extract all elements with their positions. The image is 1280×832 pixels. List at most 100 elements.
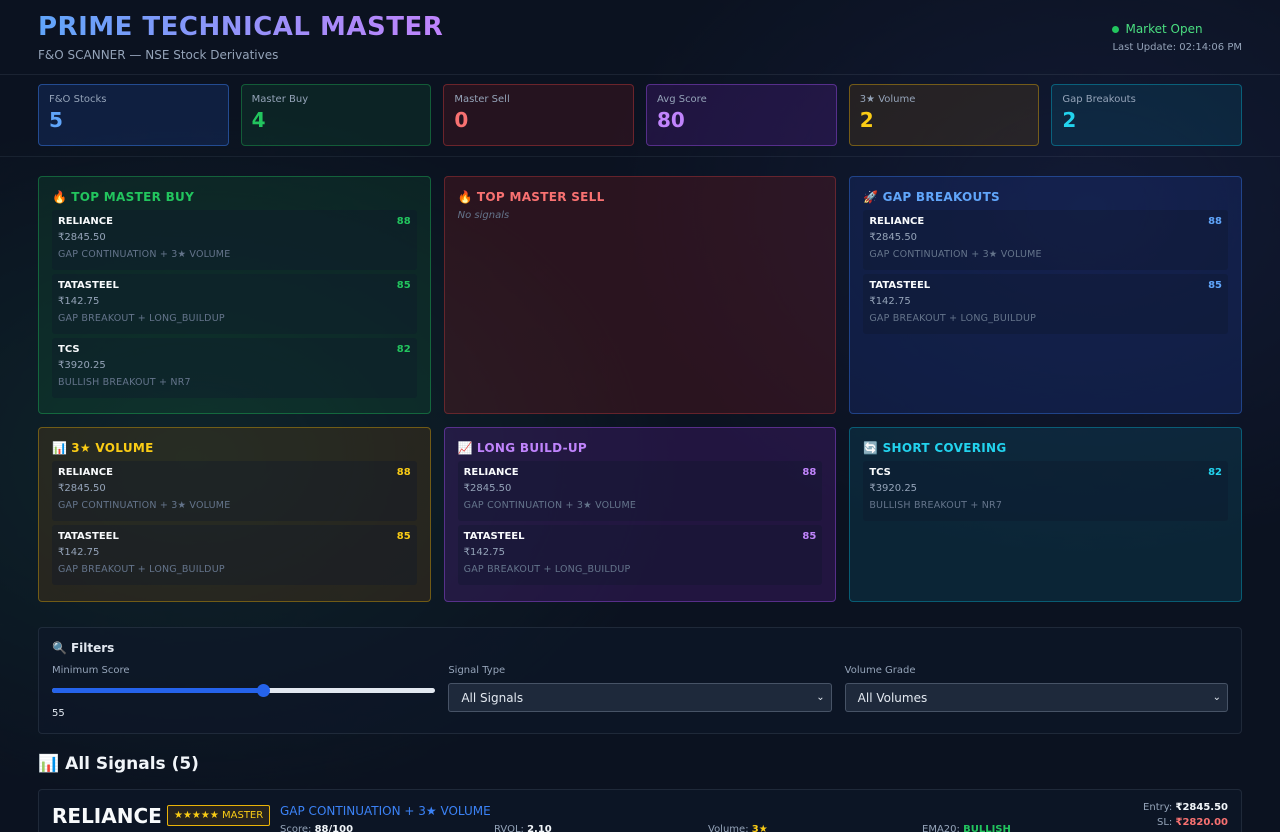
entry-level: Entry: ₹2845.50 (1143, 802, 1228, 813)
item-desc: GAP BREAKOUT + LONG_BUILDUP (869, 313, 1037, 324)
panel-title: 🔥 TOP MASTER BUY (52, 190, 417, 204)
last-update: Last Update: 02:14:06 PM (1112, 42, 1242, 53)
panel-master-sell: 🔥 TOP MASTER SELL No signals (443, 176, 837, 414)
signal-item[interactable]: TATASTEEL 85 ₹142.75 GAP BREAKOUT + LONG_… (52, 525, 417, 585)
panel-title-label: TOP MASTER BUY (71, 190, 195, 204)
min-score-slider[interactable] (52, 682, 436, 698)
stat-value: 2 (859, 108, 874, 132)
item-desc: GAP CONTINUATION + 3★ VOLUME (463, 500, 637, 511)
stat-fo-stocks: F&O Stocks 5 (38, 84, 229, 146)
stat-value: 80 (657, 108, 685, 132)
filters-panel: 🔍 Filters Minimum Score 55 Signal Type A… (38, 627, 1242, 734)
master-badge: ★★★★★ MASTER (167, 805, 271, 826)
panel-title-label: SHORT COVERING (882, 441, 1007, 455)
metric-label: EMA20: (922, 824, 960, 832)
stat-label: Master Buy (251, 94, 309, 105)
market-status: Market Open (1112, 22, 1242, 36)
signal-item[interactable]: RELIANCE 88 ₹2845.50 GAP CONTINUATION + 3… (863, 210, 1228, 270)
metric-label: Score: (280, 824, 312, 832)
stat-master-sell: Master Sell 0 (443, 84, 635, 146)
signal-item[interactable]: TATASTEEL 85 ₹142.75 GAP BREAKOUT + LONG_… (52, 274, 417, 334)
status-dot-icon (1112, 25, 1120, 33)
search-icon: 🔍 (52, 641, 67, 655)
filter-volume-grade: Volume Grade All Volumes ⌄ (844, 665, 1228, 719)
stat-volume: 3★ Volume 2 (848, 84, 1040, 146)
signal-item[interactable]: RELIANCE 88 ₹2845.50 GAP CONTINUATION + 3… (52, 461, 417, 521)
stat-value: 0 (454, 108, 469, 132)
item-desc: GAP CONTINUATION + 3★ VOLUME (58, 249, 231, 260)
signal-item[interactable]: RELIANCE 88 ₹2845.50 GAP CONTINUATION + 3… (457, 461, 823, 521)
item-symbol: RELIANCE (58, 216, 113, 227)
stat-label: F&O Stocks (49, 94, 107, 105)
signal-panels: 🔥 TOP MASTER BUY RELIANCE 88 ₹2845.50 GAP… (38, 176, 1242, 602)
item-score: 88 (396, 467, 411, 478)
metric-rvol: RVOL: 2.10 (494, 824, 708, 832)
metric-value: 88/100 (314, 824, 354, 832)
signal-item[interactable]: RELIANCE 88 ₹2845.50 GAP CONTINUATION + 3… (52, 210, 417, 270)
metric-label: RVOL: (494, 824, 524, 832)
item-desc: GAP CONTINUATION + 3★ VOLUME (58, 500, 231, 511)
panel-title-label: LONG BUILD-UP (476, 441, 588, 455)
stop-loss-level: SL: ₹2820.00 (1143, 817, 1228, 828)
item-price: ₹3920.25 (58, 360, 106, 371)
app-subtitle: F&O SCANNER — NSE Stock Derivatives (38, 48, 279, 62)
min-score-value: 55 (52, 708, 65, 719)
stat-avg-score: Avg Score 80 (646, 84, 837, 146)
item-score: 88 (802, 467, 817, 478)
metric-value: 3★ (751, 824, 768, 832)
entry-value: ₹2845.50 (1175, 802, 1228, 813)
item-price: ₹2845.50 (869, 232, 918, 243)
metric-ema: EMA20: BULLISH (922, 824, 1136, 832)
panel-short-covering: 🔄 SHORT COVERING TCS 82 ₹3920.25 BULLISH … (849, 427, 1242, 602)
panel-master-buy: 🔥 TOP MASTER BUY RELIANCE 88 ₹2845.50 GAP… (38, 176, 431, 414)
item-desc: GAP BREAKOUT + LONG_BUILDUP (58, 564, 225, 575)
signal-card[interactable]: RELIANCE ★★★★★ MASTER GAP CONTINUATION +… (38, 789, 1242, 832)
volume-grade-value: All Volumes (857, 690, 928, 705)
stat-label: Avg Score (657, 94, 707, 105)
bar-chart-icon: 📊 (52, 441, 68, 455)
item-symbol: TATASTEEL (58, 280, 119, 291)
fire-icon: 🔥 (457, 190, 473, 204)
item-desc: GAP BREAKOUT + LONG_BUILDUP (58, 313, 225, 324)
item-price: ₹2845.50 (463, 483, 512, 494)
item-desc: GAP CONTINUATION + 3★ VOLUME (869, 249, 1042, 260)
item-symbol: TATASTEEL (869, 280, 931, 291)
brand: PRIME TECHNICAL MASTER F&O SCANNER — NSE… (38, 12, 443, 74)
stat-value: 2 (1062, 108, 1077, 132)
signal-type-select[interactable]: All Signals ⌄ (448, 683, 832, 712)
signal-metrics: Score: 88/100 RVOL: 2.10 Volume: 3★ EMA2… (280, 824, 1136, 832)
panel-volume: 📊 3★ VOLUME RELIANCE 88 ₹2845.50 GAP CONT… (38, 427, 431, 602)
item-price: ₹142.75 (869, 296, 911, 307)
signal-item[interactable]: TCS 82 ₹3920.25 BULLISH BREAKOUT + NR7 (52, 338, 417, 398)
signal-item[interactable]: TCS 82 ₹3920.25 BULLISH BREAKOUT + NR7 (863, 461, 1228, 521)
market-status-label: Market Open (1125, 22, 1203, 36)
filter-signal-type: Signal Type All Signals ⌄ (448, 665, 832, 719)
signal-item[interactable]: TATASTEEL 85 ₹142.75 GAP BREAKOUT + LONG_… (863, 274, 1228, 334)
filter-columns: Minimum Score 55 Signal Type All Signals… (52, 665, 1228, 719)
sl-value: ₹2820.00 (1175, 817, 1228, 828)
panel-title-label: TOP MASTER SELL (476, 190, 605, 204)
volume-grade-select[interactable]: All Volumes ⌄ (844, 683, 1228, 712)
metric-score: Score: 88/100 (280, 824, 494, 832)
chevron-down-icon: ⌄ (1212, 692, 1221, 703)
item-price: ₹2845.50 (58, 232, 106, 243)
panel-title-label: GAP BREAKOUTS (882, 190, 1000, 204)
stats-bar: F&O Stocks 5 Master Buy 4 Master Sell 0 … (0, 75, 1280, 157)
item-score: 82 (396, 344, 411, 355)
item-desc: BULLISH BREAKOUT + NR7 (58, 377, 191, 388)
metric-volume: Volume: 3★ (708, 824, 922, 832)
item-price: ₹3920.25 (869, 483, 918, 494)
panel-gap-breakouts: 🚀 GAP BREAKOUTS RELIANCE 88 ₹2845.50 GAP … (849, 176, 1242, 414)
panel-title: 🚀 GAP BREAKOUTS (863, 190, 1228, 204)
rocket-icon: 🚀 (863, 190, 879, 204)
sl-label: SL: (1157, 817, 1173, 828)
bar-chart-icon: 📊 (38, 754, 60, 774)
item-score: 88 (1208, 216, 1222, 227)
signal-type-label: Signal Type (448, 665, 506, 676)
slider-thumb[interactable] (256, 684, 270, 697)
item-symbol: TATASTEEL (58, 531, 119, 542)
signal-symbol: RELIANCE (52, 804, 162, 828)
signal-item[interactable]: TATASTEEL 85 ₹142.75 GAP BREAKOUT + LONG_… (457, 525, 823, 585)
panel-title: 📊 3★ VOLUME (52, 441, 417, 455)
item-score: 82 (1208, 467, 1222, 478)
